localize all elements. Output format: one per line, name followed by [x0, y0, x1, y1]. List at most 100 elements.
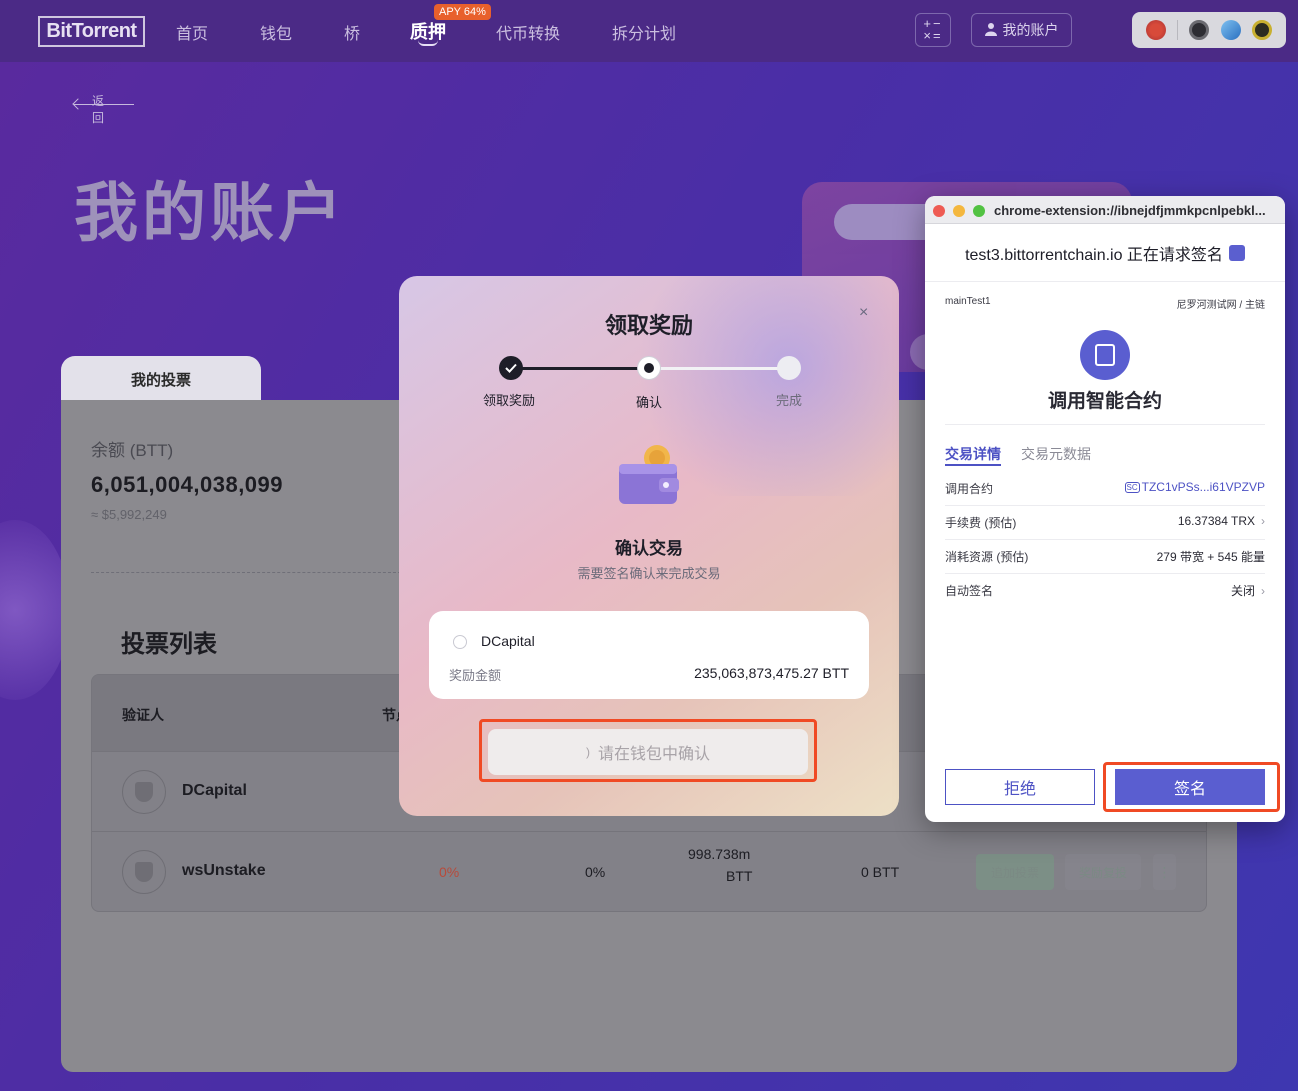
balance-value: 6,051,004,038,099	[91, 472, 284, 497]
calculator-button[interactable]: +− ×=	[915, 13, 951, 47]
nav-token-swap[interactable]: 代币转换	[496, 20, 560, 44]
balance-usd: ≈ $5,992,249	[91, 507, 167, 522]
validator-name: DCapital	[182, 782, 247, 799]
validator-avatar-icon	[453, 635, 467, 649]
contract-address-link[interactable]: SC TZC1vPSs...i61VPZVP	[1124, 480, 1265, 494]
contract-call-title: 调用智能合约	[1047, 391, 1162, 412]
tab-my-votes[interactable]: 我的投票	[61, 356, 261, 402]
detail-key: 手续费 (预估)	[945, 516, 1017, 530]
nav-wallet[interactable]: 钱包	[260, 20, 292, 44]
validator-avatar	[122, 770, 166, 814]
wallet-extension-popup: chrome-extension://ibnejdfjmmkpcnlpebkl.…	[925, 196, 1285, 822]
back-label: 返回	[92, 94, 105, 125]
nav-home[interactable]: 首页	[176, 20, 208, 44]
reject-button[interactable]: 拒绝	[945, 769, 1095, 805]
step-label-claim: 领取奖励	[482, 393, 535, 408]
balance-divider	[91, 572, 401, 573]
step-line-done	[511, 367, 649, 370]
detail-key: 消耗资源 (预估)	[945, 550, 1029, 564]
account-name: mainTest1	[945, 296, 991, 307]
more-options-button[interactable]: ⋮	[1153, 854, 1176, 890]
my-votes-value: 0 BTT	[861, 864, 900, 880]
background-glow	[0, 520, 70, 700]
table-row[interactable]: wsUnstake 0% 0% 998.738m BTT 0 BTT 追加投票 …	[92, 831, 1206, 911]
document-icon	[1095, 344, 1115, 366]
column-validator: 验证人	[122, 707, 164, 723]
commission-rate: 0%	[439, 864, 460, 880]
user-icon	[984, 22, 997, 39]
network-name: 尼罗河测试网 / 主链	[1176, 300, 1265, 311]
modal-title: 领取奖励	[604, 313, 693, 338]
apy-value: 0%	[585, 864, 606, 880]
detail-value: 16.37384 TRX ›	[1178, 514, 1265, 528]
detail-row-auto-sign[interactable]: 自动签名 关闭 ›	[945, 574, 1265, 608]
chevron-right-icon: ›	[1261, 584, 1265, 598]
extension-blue-icon[interactable]	[1220, 20, 1241, 40]
tab-transaction-details[interactable]: 交易详情	[945, 444, 1001, 464]
extension-red-icon[interactable]	[1145, 20, 1166, 40]
total-votes-amount: 998.738m	[688, 846, 751, 862]
resources-value: 279 带宽 + 545 能量	[1156, 550, 1265, 564]
fee-value: 16.37384 TRX	[1177, 514, 1255, 528]
add-vote-button[interactable]: 追加投票	[976, 854, 1054, 890]
window-close-icon[interactable]	[933, 205, 945, 217]
reward-info-box: DCapital 奖励金额 235,063,873,475.27 BTT	[429, 611, 869, 699]
reward-amount-label: 奖励金额	[449, 668, 502, 683]
popup-titlebar: chrome-extension://ibnejdfjmmkpcnlpebkl.…	[925, 196, 1285, 224]
nav-bridge[interactable]: 桥	[344, 20, 360, 44]
chevron-right-icon: ›	[1261, 514, 1265, 528]
step-pending-dot	[777, 356, 801, 380]
contract-address: TZC1vPSs...i61VPZVP	[1141, 480, 1265, 494]
extension-gold-icon[interactable]	[1252, 20, 1273, 40]
nav-staking-underline	[418, 40, 438, 46]
validator-name: DCapital	[481, 633, 535, 649]
total-votes-unit: BTT	[726, 868, 753, 884]
apy-badge: APY 64%	[434, 4, 491, 20]
browser-extensions-bar	[1132, 12, 1286, 48]
wallet-icon	[617, 444, 681, 506]
top-navbar: BitTorrent 首页 钱包 桥 质押 APY 64% 代币转换 拆分计划 …	[0, 0, 1298, 62]
signature-request-text: test3.bittorrentchain.io 正在请求签名	[965, 246, 1223, 264]
window-maximize-icon[interactable]	[973, 205, 985, 217]
detail-key: 调用合约	[945, 482, 994, 496]
extension-url: chrome-extension://ibnejdfjmmkpcnlpebkl.…	[994, 203, 1266, 218]
detail-row-contract: 调用合约 SC TZC1vPSs...i61VPZVP	[945, 472, 1265, 506]
window-minimize-icon[interactable]	[953, 205, 965, 217]
extension-dark-icon[interactable]	[1189, 20, 1210, 40]
signature-request-header: test3.bittorrentchain.io 正在请求签名	[925, 224, 1285, 282]
step-current-dot-inner	[644, 363, 654, 373]
confirm-transaction-title: 确认交易	[615, 539, 683, 558]
vote-list-title: 投票列表	[121, 631, 217, 658]
my-account-label: 我的账户	[1002, 22, 1059, 38]
extensions-divider	[1177, 20, 1179, 40]
tab-transaction-metadata[interactable]: 交易元数据	[1021, 444, 1091, 464]
site-icon	[1228, 244, 1245, 261]
nav-split-plan[interactable]: 拆分计划	[612, 20, 676, 44]
detail-value: 关闭 ›	[1231, 582, 1265, 599]
validator-name: wsUnstake	[182, 862, 266, 879]
detail-row-fee[interactable]: 手续费 (预估) 16.37384 TRX ›	[945, 506, 1265, 540]
reward-amount-value: 235,063,873,475.27 BTT	[694, 665, 849, 681]
popup-divider	[945, 424, 1265, 425]
confirm-transaction-subtitle: 需要签名确认来完成交易	[577, 566, 721, 581]
smart-contract-badge-icon: SC	[1124, 482, 1140, 493]
step-line-pending	[649, 367, 789, 370]
my-account-button[interactable]: 我的账户	[971, 13, 1072, 47]
calculator-icon: +− ×=	[923, 16, 943, 43]
claim-reward-modal: × 领取奖励 领取奖励 确认 完成 确认交易 需要签名确认来完成交易 DCapi…	[399, 276, 899, 816]
auto-sign-value: 关闭	[1230, 584, 1255, 598]
step-current-dot	[637, 356, 661, 380]
highlight-box	[479, 719, 817, 782]
page-title: 我的账户	[74, 177, 346, 249]
smart-contract-icon	[1080, 330, 1130, 380]
balance-label: 余额 (BTT)	[91, 441, 174, 460]
active-tab-underline	[945, 464, 1001, 466]
validator-avatar	[122, 850, 166, 894]
shield-icon	[135, 862, 153, 882]
step-label-complete: 完成	[775, 393, 802, 408]
detail-row-resources: 消耗资源 (预估) 279 带宽 + 545 能量	[945, 540, 1265, 574]
bittorrent-logo[interactable]: BitTorrent	[38, 16, 145, 47]
sign-highlight-box	[1103, 762, 1280, 812]
step-label-confirm: 确认	[635, 395, 662, 410]
restake-reward-button[interactable]: 奖励复投	[1065, 854, 1141, 890]
